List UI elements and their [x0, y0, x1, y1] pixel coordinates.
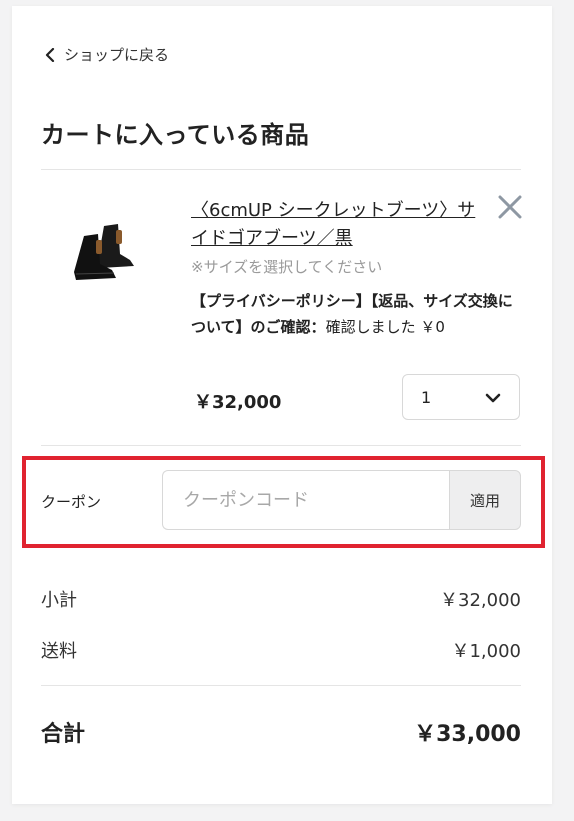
- total-row: 合計 ￥33,000: [41, 716, 521, 748]
- subtotal-row: 小計 ￥32,000: [41, 586, 521, 612]
- shipping-row: 送料 ￥1,000: [41, 637, 521, 663]
- product-image[interactable]: [60, 210, 150, 290]
- back-to-shop-label: ショップに戻る: [64, 46, 170, 64]
- shipping-label: 送料: [41, 641, 77, 662]
- size-note: ※サイズを選択してください: [191, 258, 383, 276]
- close-icon[interactable]: [496, 193, 524, 221]
- coupon-label: クーポン: [41, 493, 102, 511]
- coupon-apply-button[interactable]: 適用: [449, 470, 521, 530]
- back-to-shop-link[interactable]: ショップに戻る: [44, 44, 169, 65]
- cart-title: カートに入っている商品: [41, 121, 310, 149]
- coupon-code-input[interactable]: [162, 470, 450, 530]
- divider: [41, 685, 521, 686]
- divider: [41, 169, 521, 170]
- quantity-value: 1: [421, 388, 432, 407]
- chevron-left-icon: [45, 47, 55, 62]
- shipping-value: ￥1,000: [451, 641, 521, 662]
- product-name-link[interactable]: 〈6cmUP シークレットブーツ〉サイドゴアブーツ／黒: [191, 197, 483, 253]
- option-value: 確認しました ￥0: [325, 318, 445, 336]
- chevron-down-icon: [485, 393, 501, 403]
- divider: [41, 445, 521, 446]
- subtotal-label: 小計: [41, 590, 77, 611]
- total-label: 合計: [41, 722, 86, 747]
- total-value: ￥33,000: [414, 722, 521, 747]
- product-option: 【プライバシーポリシー】【返品、サイズ交換について】のご確認：確認しました ￥0: [191, 288, 523, 340]
- item-price: ￥32,000: [194, 392, 282, 413]
- quantity-select[interactable]: 1: [402, 374, 520, 420]
- subtotal-value: ￥32,000: [440, 590, 521, 611]
